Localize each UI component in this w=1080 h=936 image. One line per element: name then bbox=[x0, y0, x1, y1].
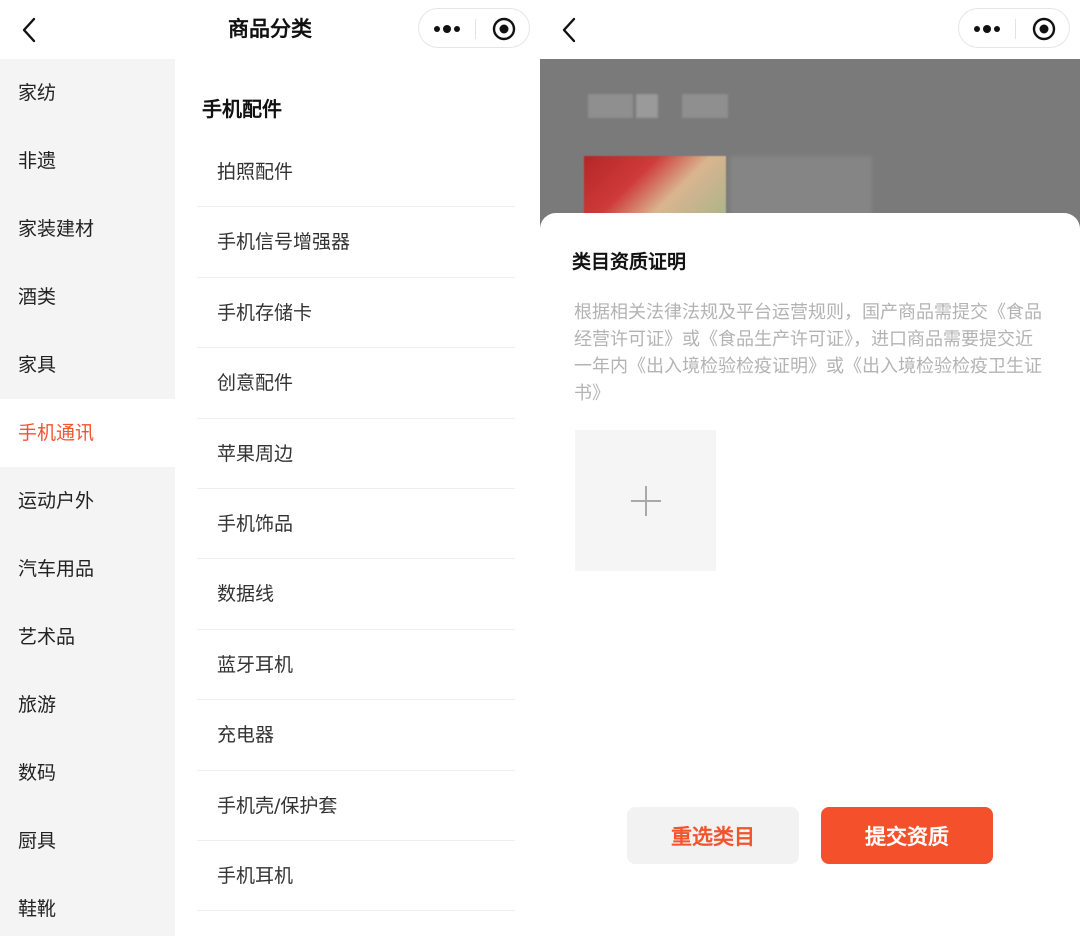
subcategory-panel: 手机配件 拍照配件 手机信号增强器 手机存储卡 创意配件 苹果周边 手机饰品 数… bbox=[175, 59, 540, 936]
list-item[interactable]: 手机饰品 bbox=[197, 489, 515, 560]
blurred-text bbox=[636, 94, 658, 118]
sidebar-item-home-textiles[interactable]: 家纺 bbox=[0, 59, 175, 127]
close-miniprogram-button[interactable] bbox=[476, 9, 531, 49]
more-button[interactable] bbox=[959, 9, 1015, 49]
sidebar-item-intangible-heritage[interactable]: 非遗 bbox=[0, 127, 175, 195]
subcategory-header: 手机配件 bbox=[202, 97, 282, 121]
more-dots-icon bbox=[974, 25, 1000, 33]
close-miniprogram-button[interactable] bbox=[1016, 9, 1071, 49]
upload-image-button[interactable] bbox=[575, 430, 716, 571]
sidebar-item-digital[interactable]: 数码 bbox=[0, 739, 175, 807]
list-item[interactable]: 手机壳/保护套 bbox=[197, 771, 515, 841]
sheet-description: 根据相关法律法规及平台运营规则，国产商品需提交《食品经营许可证》或《食品生产许可… bbox=[574, 302, 1042, 404]
plus-icon bbox=[630, 485, 661, 516]
more-dots-icon bbox=[434, 25, 460, 33]
list-item[interactable]: 蓝牙耳机 bbox=[197, 630, 515, 701]
sidebar-item-building-materials[interactable]: 家装建材 bbox=[0, 195, 175, 263]
list-item[interactable]: 手机耳机 bbox=[197, 841, 515, 912]
sidebar-item-kitchenware[interactable]: 厨具 bbox=[0, 807, 175, 875]
mini-program-capsule bbox=[418, 8, 530, 48]
back-button[interactable] bbox=[554, 14, 584, 46]
target-close-icon bbox=[1032, 17, 1055, 41]
category-sidebar: 家纺 非遗 家装建材 酒类 家具 手机通讯 运动户外 汽车用品 艺术品 旅游 数… bbox=[0, 59, 175, 936]
subcategory-list: 拍照配件 手机信号增强器 手机存储卡 创意配件 苹果周边 手机饰品 数据线 蓝牙… bbox=[197, 137, 515, 912]
sidebar-item-furniture[interactable]: 家具 bbox=[0, 331, 175, 399]
target-close-icon bbox=[492, 17, 515, 41]
sidebar-item-shoes[interactable]: 鞋靴 bbox=[0, 875, 175, 936]
list-item[interactable]: 充电器 bbox=[197, 700, 515, 771]
category-screen: 商品分类 家纺 非遗 家装建材 酒类 家具 手机通讯 运动户外 汽车用品 艺术品 bbox=[0, 0, 540, 936]
list-item[interactable]: 数据线 bbox=[197, 559, 515, 630]
mini-program-capsule bbox=[958, 8, 1070, 48]
sidebar-item-liquor[interactable]: 酒类 bbox=[0, 263, 175, 331]
list-item[interactable]: 手机信号增强器 bbox=[197, 207, 515, 278]
sidebar-item-outdoor-sports[interactable]: 运动户外 bbox=[0, 467, 175, 535]
list-item[interactable]: 手机存储卡 bbox=[197, 278, 515, 349]
list-item[interactable]: 拍照配件 bbox=[197, 137, 515, 208]
more-button[interactable] bbox=[419, 9, 475, 49]
qualification-sheet: 类目资质证明 根据相关法律法规及平台运营规则，国产商品需提交《食品经营许可证》或… bbox=[540, 213, 1080, 936]
blurred-product-info bbox=[730, 156, 872, 216]
sidebar-item-travel[interactable]: 旅游 bbox=[0, 671, 175, 739]
list-item[interactable]: 苹果周边 bbox=[197, 419, 515, 489]
blurred-text bbox=[682, 94, 728, 118]
reselect-category-button[interactable]: 重选类目 bbox=[627, 807, 799, 864]
nav-bar: 商品分类 bbox=[0, 0, 540, 59]
sheet-title: 类目资质证明 bbox=[572, 251, 687, 273]
submit-qualification-button[interactable]: 提交资质 bbox=[821, 807, 993, 864]
sidebar-item-auto-supplies[interactable]: 汽车用品 bbox=[0, 535, 175, 603]
list-item[interactable]: 创意配件 bbox=[197, 348, 515, 419]
blurred-text bbox=[588, 94, 633, 118]
sidebar-item-art[interactable]: 艺术品 bbox=[0, 603, 175, 671]
nav-bar bbox=[540, 0, 1080, 59]
sidebar-item-mobile-communication[interactable]: 手机通讯 bbox=[0, 399, 175, 467]
chevron-left-icon bbox=[562, 17, 576, 43]
qualification-screen: 类目资质证明 根据相关法律法规及平台运营规则，国产商品需提交《食品经营许可证》或… bbox=[540, 0, 1080, 936]
